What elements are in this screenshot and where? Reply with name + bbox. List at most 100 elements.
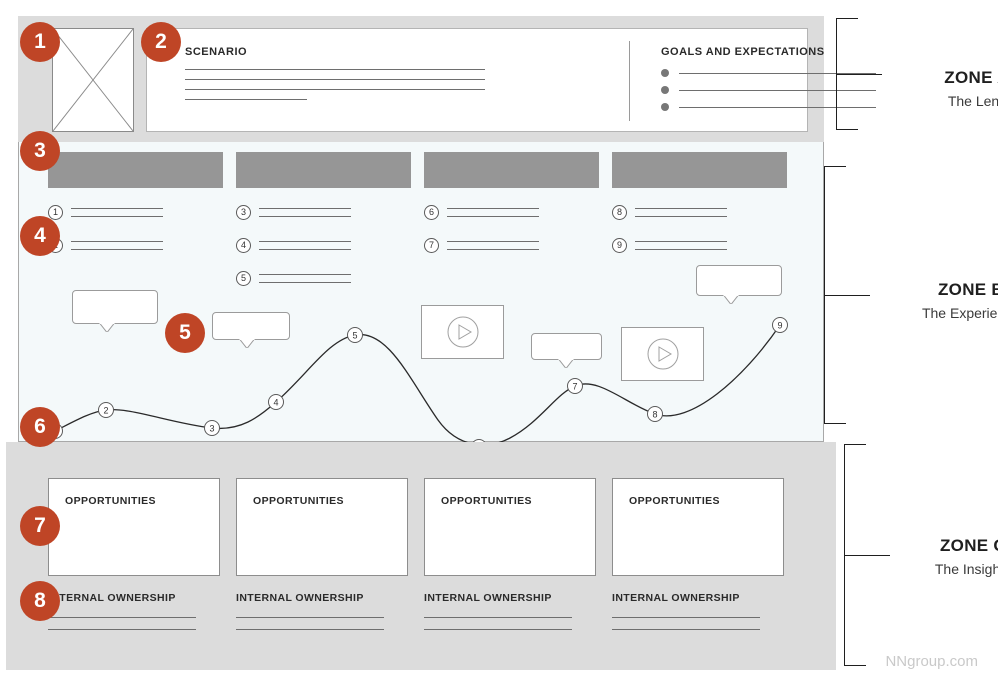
svg-text:7: 7: [572, 382, 577, 392]
internal-ownership-title: INTERNAL OWNERSHIP: [48, 592, 176, 604]
ownership-rule: [424, 629, 572, 630]
opportunities-title: OPPORTUNITIES: [441, 495, 532, 507]
step-number: 8: [612, 205, 627, 220]
bullet-dot-icon: [661, 103, 669, 111]
callout-badge-5[interactable]: 5: [165, 313, 205, 353]
curve-point[interactable]: 3: [204, 420, 220, 436]
goals-rule: [679, 106, 876, 108]
step-row[interactable]: 2: [48, 238, 163, 257]
step-number: 1: [48, 205, 63, 220]
step-row[interactable]: 5: [236, 271, 351, 290]
zone-a-subtitle: The Lens: [947, 93, 998, 109]
step-number: 4: [236, 238, 251, 253]
scenario-rule: [185, 79, 485, 80]
curve-point[interactable]: 7: [567, 378, 583, 394]
step-rule: [635, 241, 727, 242]
zone-a-label: ZONE A The Lens: [882, 68, 998, 109]
ownership-rule: [236, 629, 384, 630]
step-row[interactable]: 7: [424, 238, 539, 257]
ownership-rule: [424, 617, 572, 618]
callout-badge-3[interactable]: 3: [20, 131, 60, 171]
step-number: 9: [612, 238, 627, 253]
step-rule: [259, 249, 351, 250]
journey-map-canvas: SCENARIO GOALS AND EXPECTATIONS 1 3 4 5 …: [0, 0, 998, 684]
step-rule: [447, 208, 539, 209]
phase-header-bar-4[interactable]: [612, 152, 787, 188]
callout-badge-8[interactable]: 8: [20, 581, 60, 621]
step-row[interactable]: 3: [236, 205, 351, 224]
opportunities-card[interactable]: OPPORTUNITIES: [48, 478, 220, 576]
step-list-column-4: 8 9: [612, 205, 727, 271]
internal-ownership-block[interactable]: INTERNAL OWNERSHIP: [424, 592, 596, 641]
phase-header-bar-1[interactable]: [48, 152, 223, 188]
step-rule: [259, 216, 351, 217]
step-rule: [259, 274, 351, 275]
scenario-rules: [185, 69, 617, 100]
svg-text:9: 9: [777, 321, 782, 331]
zone-b-title: ZONE B: [937, 280, 998, 299]
ownership-rule: [612, 617, 760, 618]
lens-card: SCENARIO GOALS AND EXPECTATIONS: [146, 28, 876, 132]
callout-badge-6[interactable]: 6: [20, 407, 60, 447]
phase-header-bar-2[interactable]: [236, 152, 411, 188]
persona-image-placeholder[interactable]: [52, 28, 134, 132]
ownership-rule: [612, 629, 760, 630]
step-row[interactable]: 1: [48, 205, 163, 224]
curve-path: [54, 324, 781, 445]
callout-badge-2[interactable]: 2: [141, 22, 181, 62]
curve-point[interactable]: 8: [647, 406, 663, 422]
curve-point[interactable]: 4: [268, 394, 284, 410]
svg-text:4: 4: [273, 398, 278, 408]
step-rule: [635, 249, 727, 250]
step-row[interactable]: 8: [612, 205, 727, 224]
step-rule: [635, 216, 727, 217]
step-row[interactable]: 9: [612, 238, 727, 257]
scenario-rule: [185, 99, 307, 100]
curve-point[interactable]: 9: [772, 317, 788, 333]
step-row[interactable]: 4: [236, 238, 351, 257]
opportunities-title: OPPORTUNITIES: [65, 495, 156, 507]
ownership-rule: [236, 617, 384, 618]
curve-point[interactable]: 5: [347, 327, 363, 343]
scenario-title: SCENARIO: [185, 46, 248, 58]
step-rule: [447, 249, 539, 250]
bullet-dot-icon: [661, 69, 669, 77]
zone-b-subtitle: The Experience: [921, 305, 998, 321]
internal-ownership-block[interactable]: INTERNAL OWNERSHIP: [612, 592, 784, 641]
lens-card-divider: [629, 41, 630, 121]
svg-text:8: 8: [652, 410, 657, 420]
opportunities-card[interactable]: OPPORTUNITIES: [424, 478, 596, 576]
ownership-rule: [48, 617, 196, 618]
callout-badge-4[interactable]: 4: [20, 216, 60, 256]
scenario-rule: [185, 69, 485, 70]
step-rule: [447, 241, 539, 242]
bullet-dot-icon: [661, 86, 669, 94]
callout-badge-7[interactable]: 7: [20, 506, 60, 546]
watermark: NNgroup.com: [885, 653, 978, 670]
step-number: 3: [236, 205, 251, 220]
quote-bubble[interactable]: [696, 265, 782, 304]
internal-ownership-block[interactable]: INTERNAL OWNERSHIP: [48, 592, 220, 641]
step-rules: [447, 205, 539, 224]
internal-ownership-block[interactable]: INTERNAL OWNERSHIP: [236, 592, 408, 641]
step-rule: [635, 208, 727, 209]
step-rules: [259, 238, 351, 257]
step-number: 7: [424, 238, 439, 253]
internal-ownership-title: INTERNAL OWNERSHIP: [236, 592, 364, 604]
step-rule: [259, 241, 351, 242]
journey-curve: 1 2 3 4 5 6 7: [18, 300, 824, 445]
internal-ownership-title: INTERNAL OWNERSHIP: [424, 592, 552, 604]
callout-badge-1[interactable]: 1: [20, 22, 60, 62]
scenario-rule: [185, 89, 485, 90]
step-rule: [259, 282, 351, 283]
zone-c-title: ZONE C: [939, 536, 998, 555]
opportunities-card[interactable]: OPPORTUNITIES: [236, 478, 408, 576]
step-rule: [259, 208, 351, 209]
step-list-column-3: 6 7: [424, 205, 539, 271]
zone-b-label: ZONE B The Experience: [876, 280, 998, 321]
opportunities-card[interactable]: OPPORTUNITIES: [612, 478, 784, 576]
step-row[interactable]: 6: [424, 205, 539, 224]
curve-point[interactable]: 2: [98, 402, 114, 418]
step-rule: [71, 208, 163, 209]
phase-header-bar-3[interactable]: [424, 152, 599, 188]
